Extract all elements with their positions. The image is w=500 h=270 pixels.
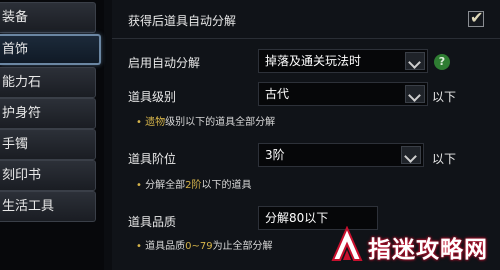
tier-value: 3阶 xyxy=(265,148,285,162)
tab-engraving-book[interactable]: 刻印书 xyxy=(0,160,96,191)
category-sidebar: 装备 首饰 能力石 护身符 手镯 刻印书 生活工具 xyxy=(0,0,104,270)
chevron-down-icon[interactable] xyxy=(401,146,421,164)
enable-label: 启用自动分解 xyxy=(128,56,201,70)
auto-dismantle-label: 获得后道具自动分解 xyxy=(128,14,237,28)
tab-accessories[interactable]: 首饰 xyxy=(0,34,101,65)
help-icon[interactable]: ? xyxy=(434,54,450,70)
divider xyxy=(112,38,500,39)
tab-label: 刻印书 xyxy=(2,168,42,183)
tab-life-tools[interactable]: 生活工具 xyxy=(0,191,96,222)
level-label: 道具级别 xyxy=(128,90,177,104)
tab-label: 生活工具 xyxy=(2,199,55,214)
chevron-down-icon[interactable] xyxy=(405,52,425,70)
level-note: • 遗物级别以下的道具全部分解 xyxy=(136,113,275,128)
watermark-logo-icon xyxy=(331,226,363,261)
tier-label: 道具阶位 xyxy=(128,152,177,166)
tab-label: 手镯 xyxy=(2,137,29,152)
level-note-text: 级别以下的道具全部分解 xyxy=(165,117,276,128)
watermark-text: 指迷攻略网 xyxy=(368,237,488,263)
level-value: 古代 xyxy=(265,87,290,101)
auto-dismantle-row: 获得后道具自动分解 ✔ xyxy=(112,6,484,34)
quality-note-highlight: 0~79 xyxy=(185,241,213,252)
level-dropdown[interactable]: 古代 xyxy=(258,82,428,106)
watermark: 指迷攻略网 xyxy=(330,222,500,270)
checkmark-icon: ✔ xyxy=(470,8,484,27)
bullet-icon: • xyxy=(136,117,142,128)
tab-amulet[interactable]: 护身符 xyxy=(0,98,96,129)
tab-equipment[interactable]: 装备 xyxy=(0,2,96,33)
tab-label: 能力石 xyxy=(2,75,42,90)
tier-suffix: 以下 xyxy=(432,152,457,166)
tab-bracelet[interactable]: 手镯 xyxy=(0,129,96,160)
tab-label: 装备 xyxy=(2,10,29,25)
tab-ability-stone[interactable]: 能力石 xyxy=(0,67,96,98)
quality-note-post: 为止全部分解 xyxy=(212,241,273,252)
quality-value: 分解80以下 xyxy=(265,211,329,225)
level-note-highlight: 遗物 xyxy=(145,117,166,128)
auto-dismantle-checkbox[interactable]: ✔ xyxy=(468,8,484,27)
tab-label: 首饰 xyxy=(2,42,29,57)
tier-note-highlight: 2阶 xyxy=(185,180,202,191)
tab-label: 护身符 xyxy=(2,106,42,121)
tier-dropdown[interactable]: 3阶 xyxy=(258,143,424,167)
quality-label: 道具品质 xyxy=(128,215,177,229)
tier-note-pre: 分解全部 xyxy=(145,180,186,191)
chevron-down-icon[interactable] xyxy=(405,85,425,103)
quality-note: • 道具品质0~79为止全部分解 xyxy=(136,237,273,252)
bullet-icon: • xyxy=(136,180,142,191)
level-suffix: 以下 xyxy=(432,90,457,104)
quality-note-pre: 道具品质 xyxy=(145,241,186,252)
enable-dropdown[interactable]: 掉落及通关玩法时 xyxy=(258,49,428,73)
bullet-icon: • xyxy=(136,241,142,252)
enable-value: 掉落及通关玩法时 xyxy=(265,54,362,68)
tier-note: • 分解全部2阶以下的道具 xyxy=(136,176,251,191)
tier-note-post: 以下的道具 xyxy=(201,180,252,191)
